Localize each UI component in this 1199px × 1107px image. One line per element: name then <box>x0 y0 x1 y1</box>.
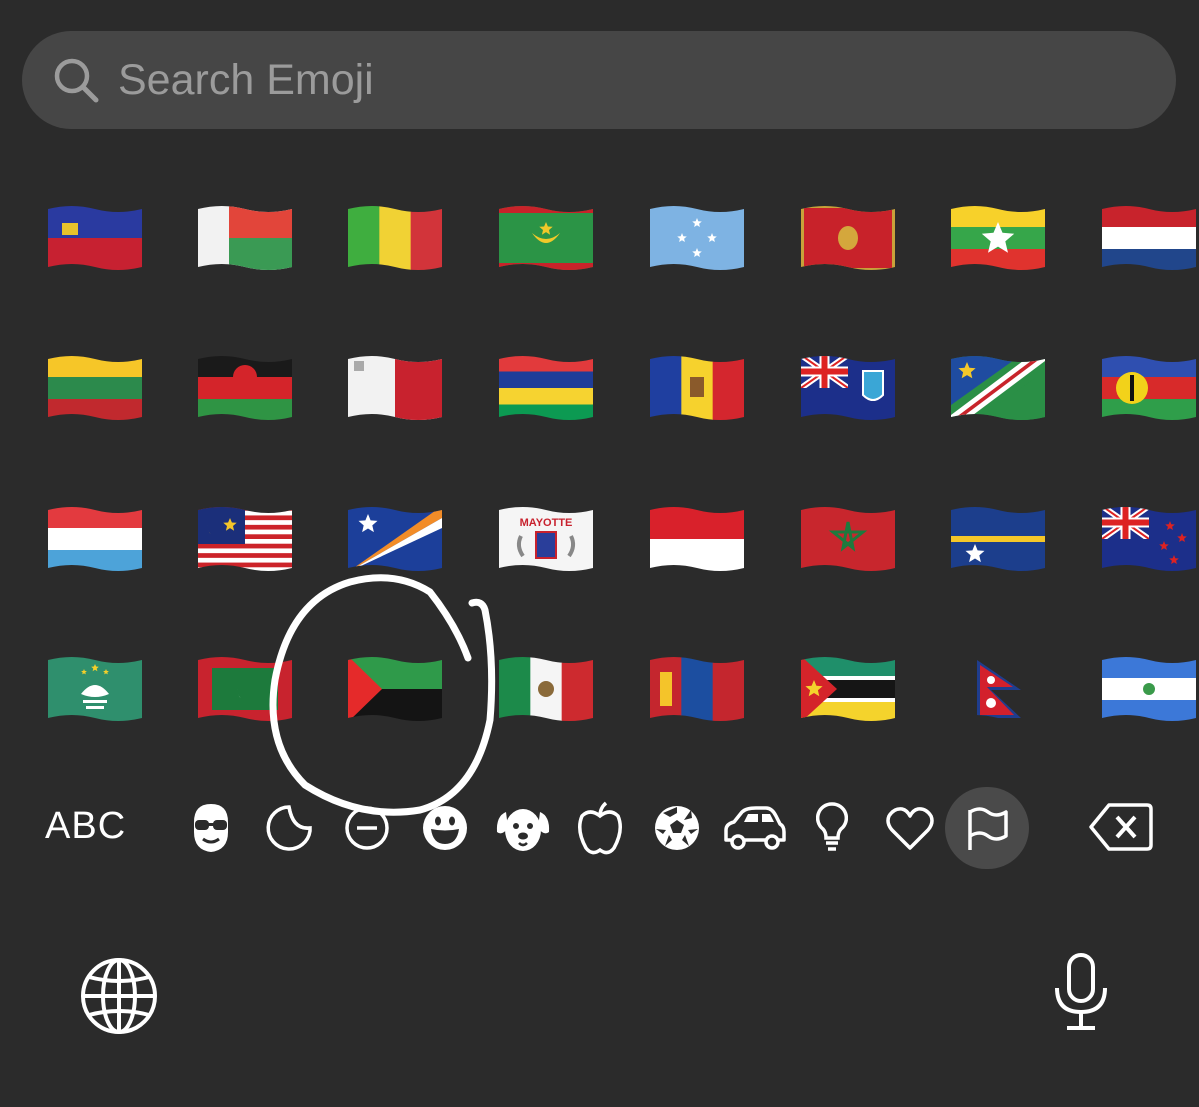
globe-icon[interactable] <box>80 957 158 1035</box>
objects-icon[interactable] <box>816 802 848 854</box>
flag-malawi[interactable] <box>198 355 292 421</box>
mayotte-text: MAYOTTE <box>520 517 573 529</box>
flag-nicaragua[interactable] <box>1102 656 1196 722</box>
flag-mauritius[interactable] <box>499 355 593 421</box>
flag-mayotte[interactable]: MAYOTTE <box>499 506 593 572</box>
flag-montenegro[interactable] <box>801 205 895 271</box>
flag-micronesia[interactable] <box>650 205 744 271</box>
flag-netherlands[interactable] <box>1102 205 1196 271</box>
flag-marshall-islands[interactable] <box>348 506 442 572</box>
flag-morocco[interactable] <box>801 506 895 572</box>
flag-montserrat[interactable] <box>801 355 895 421</box>
flag-macao[interactable] <box>48 656 142 722</box>
flag-liechtenstein[interactable] <box>48 205 142 271</box>
flag-monaco[interactable] <box>650 506 744 572</box>
search-icon <box>52 56 100 109</box>
sticker-icon[interactable] <box>265 804 313 852</box>
flag-nepal[interactable] <box>951 656 1045 722</box>
delete-icon[interactable] <box>1089 802 1153 852</box>
flag-mozambique[interactable] <box>801 656 895 722</box>
travel-icon[interactable] <box>722 806 786 850</box>
flag-luxembourg[interactable] <box>48 506 142 572</box>
activity-icon[interactable] <box>653 804 701 852</box>
flags-icon[interactable] <box>966 806 1010 852</box>
flag-malaysia[interactable] <box>198 506 292 572</box>
search-placeholder: Search Emoji <box>118 56 374 104</box>
symbols-icon[interactable] <box>886 806 934 850</box>
flag-mongolia[interactable] <box>650 656 744 722</box>
flag-mali[interactable] <box>348 205 442 271</box>
flag-new-zealand[interactable] <box>1102 506 1196 572</box>
flag-myanmar-burma[interactable] <box>951 205 1045 271</box>
flag-madagascar[interactable] <box>198 205 292 271</box>
smileys-icon[interactable] <box>421 804 469 852</box>
recent-icon[interactable] <box>343 804 391 852</box>
flag-lithuania[interactable] <box>48 355 142 421</box>
food-icon[interactable] <box>576 800 624 856</box>
animals-icon[interactable] <box>494 802 552 854</box>
microphone-icon[interactable] <box>1053 952 1109 1032</box>
flag-new-caledonia[interactable] <box>1102 355 1196 421</box>
flag-namibia[interactable] <box>951 355 1045 421</box>
flag-moldova[interactable] <box>650 355 744 421</box>
abc-button[interactable]: ABC <box>45 805 126 848</box>
flag-mexico[interactable] <box>499 656 593 722</box>
memoji-icon[interactable] <box>188 802 234 854</box>
flag-mauritania[interactable] <box>499 205 593 271</box>
flag-maldives[interactable] <box>198 656 292 722</box>
flag-martinique[interactable] <box>348 656 442 722</box>
flag-nauru[interactable] <box>951 506 1045 572</box>
emoji-search-bar[interactable]: Search Emoji <box>22 31 1176 129</box>
flag-malta[interactable] <box>348 355 442 421</box>
